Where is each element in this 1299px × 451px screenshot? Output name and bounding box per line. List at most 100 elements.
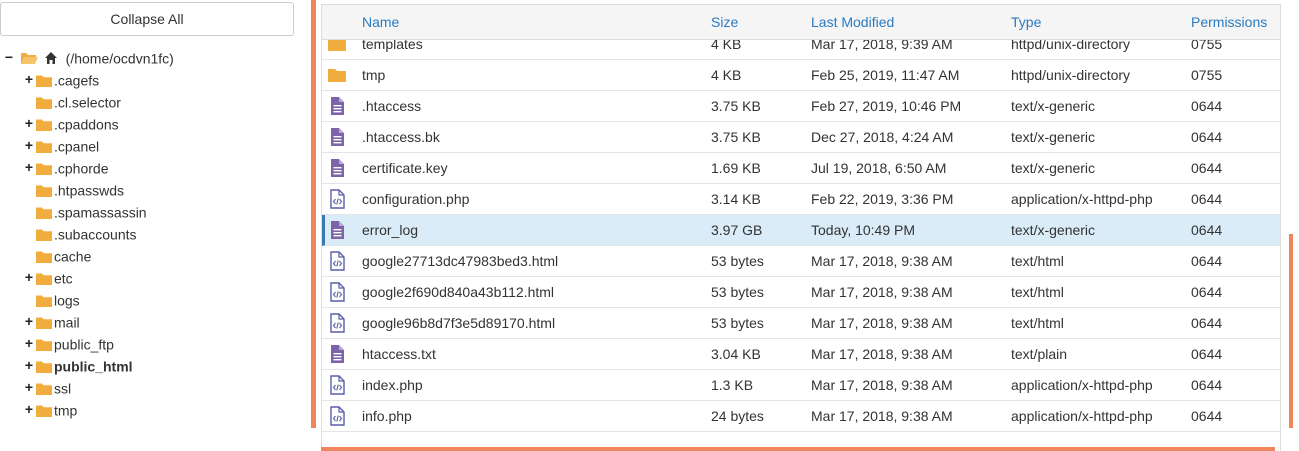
tree-item[interactable]: + .cphorde <box>4 156 174 178</box>
file-row[interactable]: templates 4 KB Mar 17, 2018, 9:39 AM httpd/… <box>322 40 1280 60</box>
file-row[interactable]: google2f690d840a43b112.html 53 bytes Mar 1… <box>322 277 1280 308</box>
file-type: application/x-httpd-php <box>1011 377 1153 393</box>
file-size: 53 bytes <box>711 315 764 331</box>
text-file-icon <box>331 128 344 146</box>
home-icon <box>44 52 57 65</box>
file-permissions: 0644 <box>1191 377 1223 393</box>
expand-toggle-icon[interactable]: + <box>24 68 34 90</box>
expand-toggle-icon[interactable]: + <box>24 112 34 134</box>
folder-icon <box>36 339 52 351</box>
text-file-icon <box>331 345 344 363</box>
horizontal-scrollbar[interactable] <box>321 447 1275 451</box>
file-permissions: 0644 <box>1191 98 1223 114</box>
tree-item[interactable]: + public_ftp <box>4 332 174 354</box>
folder-icon <box>36 405 52 417</box>
expand-toggle-icon[interactable]: + <box>24 332 34 354</box>
file-name: google2f690d840a43b112.html <box>362 284 555 300</box>
tree-item-label: public_html <box>54 358 133 375</box>
file-name: info.php <box>362 408 412 424</box>
vertical-scrollbar[interactable] <box>1289 234 1293 428</box>
file-last-modified: Feb 27, 2019, 10:46 PM <box>811 98 962 114</box>
code-file-icon <box>330 251 345 271</box>
folder-icon <box>328 40 346 51</box>
tree-item-label: public_ftp <box>54 336 114 353</box>
file-row[interactable]: google27713dc47983bed3.html 53 bytes Mar 1… <box>322 246 1280 277</box>
tree-item[interactable]: .htpasswds <box>4 178 174 200</box>
file-row[interactable]: certificate.key 1.69 KB Jul 19, 2018, 6:50… <box>322 153 1280 184</box>
tree-item[interactable]: + .cpanel <box>4 134 174 156</box>
folder-icon <box>36 361 52 373</box>
file-permissions: 0755 <box>1191 40 1223 52</box>
column-header-permissions[interactable]: Permissions <box>1191 5 1267 40</box>
file-name: google96b8d7f3e5d89170.html <box>362 315 556 331</box>
file-row[interactable]: index.php 1.3 KB Mar 17, 2018, 9:38 AM appl… <box>322 370 1280 401</box>
file-permissions: 0644 <box>1191 284 1223 300</box>
file-type: httpd/unix-directory <box>1011 40 1131 52</box>
expand-toggle-icon[interactable]: + <box>24 354 34 376</box>
file-last-modified: Mar 17, 2018, 9:38 AM <box>811 346 953 362</box>
file-row[interactable]: info.php 24 bytes Mar 17, 2018, 9:38 AM app… <box>322 401 1280 432</box>
collapse-all-button[interactable]: Collapse All <box>0 2 294 36</box>
file-row[interactable]: .htaccess 3.75 KB Feb 27, 2019, 10:46 PM te… <box>322 91 1280 122</box>
file-last-modified: Mar 17, 2018, 9:38 AM <box>811 377 953 393</box>
code-file-icon <box>330 189 345 209</box>
column-header-type[interactable]: Type <box>1011 5 1041 40</box>
file-name: certificate.key <box>362 160 448 176</box>
tree-item[interactable]: .spamassassin <box>4 200 174 222</box>
file-type: text/html <box>1011 315 1064 331</box>
file-name: templates <box>362 40 423 52</box>
tree-root[interactable]: − (/home/ocdvn1fc) <box>4 46 174 68</box>
collapse-toggle-icon[interactable]: − <box>4 46 14 68</box>
tree-item[interactable]: + .cagefs <box>4 68 174 90</box>
tree-item[interactable]: + mail <box>4 310 174 332</box>
file-row[interactable]: error_log 3.97 GB Today, 10:49 PM text/x-ge… <box>322 215 1280 246</box>
tree-item[interactable]: logs <box>4 288 174 310</box>
tree-item[interactable]: cache <box>4 244 174 266</box>
tree-item[interactable]: + etc <box>4 266 174 288</box>
tree-item[interactable]: + .cpaddons <box>4 112 174 134</box>
file-permissions: 0644 <box>1191 160 1223 176</box>
expand-toggle-icon[interactable]: + <box>24 310 34 332</box>
tree-item[interactable]: + tmp <box>4 398 174 420</box>
tree-item[interactable]: + public_html <box>4 354 174 376</box>
expand-toggle-icon[interactable]: + <box>24 134 34 156</box>
file-type: application/x-httpd-php <box>1011 191 1153 207</box>
file-row[interactable]: tmp 4 KB Feb 25, 2019, 11:47 AM httpd/unix-… <box>322 60 1280 91</box>
file-type: text/x-generic <box>1011 222 1096 238</box>
tree-item[interactable]: .cl.selector <box>4 90 174 112</box>
file-type: text/x-generic <box>1011 129 1096 145</box>
expand-toggle-icon[interactable]: + <box>24 266 34 288</box>
file-size: 3.75 KB <box>711 98 761 114</box>
expand-toggle-icon[interactable]: + <box>24 156 34 178</box>
panel-splitter[interactable] <box>311 0 316 428</box>
tree-item-label: .cphorde <box>54 160 109 177</box>
folder-icon <box>36 119 52 131</box>
tree-item-label: cache <box>54 248 92 265</box>
file-type: httpd/unix-directory <box>1011 67 1131 83</box>
column-header-size[interactable]: Size <box>711 5 738 40</box>
text-file-icon <box>331 159 344 177</box>
file-name: tmp <box>362 67 386 83</box>
file-type: text/html <box>1011 284 1064 300</box>
tree-item-label: .subaccounts <box>54 226 137 243</box>
folder-icon <box>328 69 346 82</box>
folder-icon <box>36 97 52 109</box>
file-row[interactable]: .htaccess.bk 3.75 KB Dec 27, 2018, 4:24 AM… <box>322 122 1280 153</box>
expand-toggle-icon[interactable]: + <box>24 398 34 420</box>
file-row[interactable]: configuration.php 3.14 KB Feb 22, 2019, 3:… <box>322 184 1280 215</box>
code-file-icon <box>330 375 345 395</box>
column-header-name[interactable]: Name <box>362 5 399 40</box>
folder-icon <box>36 75 52 87</box>
file-row[interactable]: htaccess.txt 3.04 KB Mar 17, 2018, 9:38 AM… <box>322 339 1280 370</box>
file-permissions: 0644 <box>1191 222 1223 238</box>
tree-item[interactable]: .subaccounts <box>4 222 174 244</box>
code-file-icon <box>330 313 345 333</box>
file-last-modified: Jul 19, 2018, 6:50 AM <box>811 160 947 176</box>
expand-toggle-icon[interactable]: + <box>24 376 34 398</box>
column-header-last-modified[interactable]: Last Modified <box>811 5 894 40</box>
file-row[interactable]: google96b8d7f3e5d89170.html 53 bytes Mar 1… <box>322 308 1280 339</box>
folder-icon <box>36 273 52 285</box>
tree-item[interactable]: + ssl <box>4 376 174 398</box>
tree-item-label: ssl <box>54 380 72 397</box>
file-permissions: 0644 <box>1191 253 1223 269</box>
